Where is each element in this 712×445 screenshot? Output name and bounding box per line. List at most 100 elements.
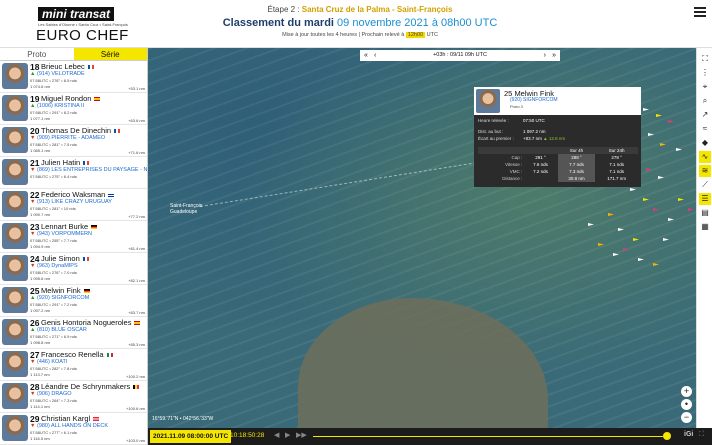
ruler-icon[interactable]: ⟋ [699,179,711,191]
race-map[interactable]: « ‹ +03h : 09/11 09h UTC › » Saint-Franç… [148,48,696,428]
popup-ecart-values: +83.7 nm ▲ 12.8 nm [523,136,565,141]
tab-serie[interactable]: Série [73,48,147,61]
competitor-boat: (906) DRAGO [36,391,72,397]
trend-up-icon: ▲ [30,71,36,77]
competitor-name-wrap: Miguel Rondon [41,94,101,103]
competitor-distance: 1 095.6 nm [30,276,51,281]
stage-route: Santa Cruz de la Palma - Saint-François [301,5,453,14]
competitor-name-wrap: Melwin Fink [41,286,90,295]
competitor-row[interactable]: 25 Melwin Fink ▲ (920) SIGNFORCOM 07:58UTC … [0,285,147,317]
competitor-gap: +82.1 nm [128,278,145,283]
update-info: Mise à jour toutes les 4 heures | Procha… [180,30,540,40]
flag-icon [134,321,141,326]
hamburger-menu-icon[interactable] [694,7,706,17]
competitor-row[interactable]: 18 Brieuc Lebec ▲ (914) VELOTRADE 07:58UTC … [0,61,147,93]
competitor-row[interactable]: 28 Léandre De Schrynmakers ▼ (906) DRAGO 07… [0,381,147,413]
popup-ecart: Écart au premier : +83.7 nm ▲ 12.8 nm [478,136,565,141]
competitor-distance: 1 085.1 nm [30,148,51,153]
popup-stats-row: Cap : 291 ° 288 ° 278 ° [478,154,638,161]
time-next-icon[interactable]: › [544,50,546,61]
place-label-guadeloupe: Guadeloupe [170,209,198,215]
competitor-boat: (1006) KRISTINA II [36,103,85,109]
zoom-out-icon[interactable]: − [681,412,692,423]
zoom-reset-icon[interactable]: • [681,399,692,410]
competitor-boat-wrap: ▼ (446) KOATI [30,359,67,365]
competitor-boat-wrap: ▼ (943) VORPOMMERN [30,231,92,237]
flag-icon [91,225,98,230]
popup-ecart-gain: ▲ 12.8 nm [543,136,566,141]
minitransat-logo[interactable]: mini transat Les Sables d'Olonne • Santa… [6,3,146,45]
flag-icon [83,161,90,166]
trend-up-icon: ▲ [30,103,36,109]
time-next-fast-icon[interactable]: » [552,50,556,61]
competitor-row[interactable]: 29 Christian Kargl ▼ (980) ALL HANDS ON DE… [0,413,147,445]
competitor-boat-wrap: ▲ (920) SIGNFORCOM [30,295,89,301]
forward-icon[interactable]: ▶▶ [296,431,307,439]
competitor-name: Genis Hontoria Nogueroles [41,318,132,327]
playback-slider-knob[interactable] [663,432,671,440]
playback-bar: 2021.11.09 08:00:00 UTC 10:18:50:28 ◀ ▶ … [148,428,712,445]
time-prev-icon[interactable]: ‹ [374,50,376,61]
competitor-row[interactable]: 21 Julien Hatin ▼ (869) LES ENTREPRISES DU… [0,157,147,189]
trend-down-icon: ▼ [30,231,36,237]
competitor-distance: 1 098.8 nm [30,340,51,345]
competitor-list: 18 Brieuc Lebec ▲ (914) VELOTRADE 07:58UTC … [0,61,147,445]
competitor-row[interactable]: 22 Federico Waksman ▼ (913) LIKE CRAZY URU… [0,189,147,221]
locate-icon[interactable]: ⌖ [699,81,711,93]
competitor-name-wrap: Thomas De Dinechin [41,126,121,135]
competitor-position: 07:58UTC • 271° • 6.9 nds [30,334,77,339]
brand-logo: iGi [684,431,694,438]
popup-stats-row: VMC : 7.2 nds 7.3 nds 7.1 nds [478,168,638,175]
competitor-row[interactable]: 26 Genis Hontoria Nogueroles ▲ (810) BLUE … [0,317,147,349]
competitor-row[interactable]: 27 Francesco Renella ▼ (446) KOATI 07:58UTC… [0,349,147,381]
competitor-position: 07:58UTC • 276° • 8.5 nds [30,78,77,83]
trend-down-icon: ▼ [30,263,36,269]
cursor-coordinates: 16°59.'71"N • 042°56.'33"W [152,416,214,422]
tracks-icon[interactable]: ⋮ [699,67,711,79]
competitor-row[interactable]: 19 Miguel Rondon ▲ (1006) KRISTINA II 07:58… [0,93,147,125]
stage-prefix: Étape 2 : [267,5,300,14]
labels-icon[interactable]: ☰ [699,193,711,205]
competitor-boat-wrap: ▼ (980) ALL HANDS ON DECK [30,423,108,429]
competitor-name-wrap: Genis Hontoria Nogueroles [41,318,141,327]
avatar [2,287,28,313]
wind-icon[interactable]: ≈ [699,123,711,135]
popup-col-24h: Sur 24h [595,147,638,154]
competitor-name: Francesco Renella [41,350,104,359]
zoom-box-icon[interactable]: ⛶ [699,53,711,65]
grid-icon[interactable]: ▦ [699,221,711,233]
forecast-time-bar: « ‹ +03h : 09/11 09h UTC › » [360,50,560,61]
time-prev-fast-icon[interactable]: « [364,50,368,61]
avatar [2,351,28,377]
zoom-in-icon[interactable]: + [681,386,692,397]
layers-icon[interactable]: ▤ [699,207,711,219]
play-icon[interactable]: ▶ [285,431,290,439]
ranking-sidebar: Proto Série 18 Brieuc Lebec ▲ (914) VELOTR… [0,48,148,445]
route-icon[interactable]: ↗ [699,109,711,121]
popup-stat-24h: 7.1 nds [609,169,625,174]
rewind-icon[interactable]: ◀ [274,431,279,439]
popup-stat-24h: 278 ° [611,155,622,160]
fullscreen-icon[interactable]: ⛶ [699,431,704,439]
marker-icon[interactable]: ◆ [699,137,711,149]
popup-stat-24h: 171.7 nm [607,176,627,181]
competitor-name-wrap: Lennart Burke [41,222,98,231]
competitor-boat-wrap: ▲ (1006) KRISTINA II [30,103,84,109]
competitor-boat-wrap: ▼ (906) DRAGO [30,391,72,397]
playback-slider[interactable] [313,436,663,437]
tab-proto[interactable]: Proto [0,48,74,61]
flag-icon [108,193,115,198]
popup-ecart-label: Écart au premier : [478,136,514,141]
competitor-name-wrap: Francesco Renella [41,350,113,359]
trace-icon[interactable]: ∿ [699,151,711,163]
search-icon[interactable]: ⌕ [699,95,711,107]
competitor-row[interactable]: 23 Lennart Burke ▼ (943) VORPOMMERN 07:58UT… [0,221,147,253]
competitor-boat: (963) DynaMIPS [36,263,78,269]
ranking-title: Classement du mardi 09 novembre 2021 à 0… [180,16,540,30]
popup-stat-4h: 288 ° [557,154,596,161]
competitor-distance: 1 114.1 nm [30,404,50,409]
competitor-row[interactable]: 24 Julie Simon ▼ (963) DynaMIPS 07:58UTC • … [0,253,147,285]
wind-layer-icon[interactable]: ≋ [699,165,711,177]
trend-down-icon: ▼ [30,167,36,173]
competitor-row[interactable]: 20 Thomas De Dinechin ▼ (909) PIERRITE - A… [0,125,147,157]
